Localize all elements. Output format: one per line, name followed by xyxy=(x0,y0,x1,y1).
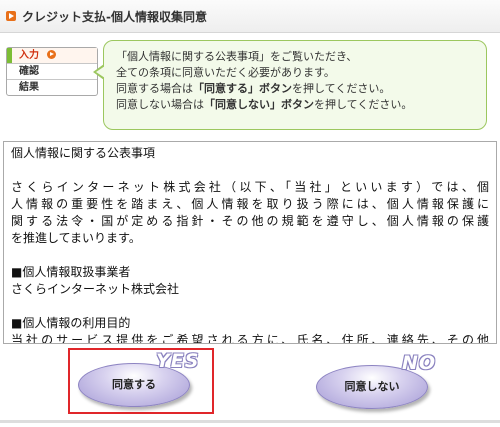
agree-button-highlight: 同意する YES xyxy=(68,348,214,414)
section-body-operator: さくらインターネット株式会社 xyxy=(11,282,180,296)
notice-disagree-emphasis: 「同意しない」ボタン xyxy=(204,98,314,111)
privacy-para-line: 関する法令・国が定める指針・その他の規範を遵守し、個人情報の保護 xyxy=(11,214,489,228)
footer-divider xyxy=(0,420,500,423)
privacy-title: 個人情報に関する公表事項 xyxy=(11,146,156,160)
notice-line-4: 同意しない場合は「同意しない」ボタンを押してください。 xyxy=(116,97,478,113)
section-heading-purpose: ■個人情報の利用目的 xyxy=(11,316,131,330)
notice-agree-emphasis: 「同意する」ボタン xyxy=(193,82,292,95)
notice-line-4-pre: 同意しない場合は xyxy=(116,98,204,111)
notice-line-3-pre: 同意する場合は xyxy=(116,82,193,95)
current-step-arrow-icon xyxy=(47,50,57,59)
page-title: クレジット支払-個人情報収集同意 xyxy=(22,10,207,24)
privacy-para-line: を推進してまいります。 xyxy=(11,231,141,245)
step-indicator: 入力 確認 結果 xyxy=(6,47,98,96)
step-confirm-label: 確認 xyxy=(19,66,39,77)
notice-bubble-tail-fill xyxy=(96,66,105,78)
privacy-policy-textbox[interactable]: 個人情報に関する公表事項 さくらインターネット株式会社（以下、「当社」といいます… xyxy=(3,141,497,344)
section-heading-operator: ■個人情報取扱事業者 xyxy=(11,265,131,279)
orange-arrow-icon xyxy=(6,11,16,21)
privacy-para-line: 人情報の重要性を踏まえ、個人情報を取り扱う際には、個人情報保護に xyxy=(11,197,489,211)
yes-badge: YES xyxy=(156,350,200,372)
notice-line-1: 「個人情報に関する公表事項」をご覧いただき、 xyxy=(116,50,358,63)
step-confirm: 確認 xyxy=(7,63,97,79)
notice-line-3: 同意する場合は「同意する」ボタンを押してください。 xyxy=(116,81,478,97)
notice-line-2: 全ての条項に同意いただく必要があります。 xyxy=(116,66,335,79)
step-input-label: 入力 xyxy=(19,50,39,61)
disagree-button-area: 同意しない NO xyxy=(310,350,460,414)
no-badge: NO xyxy=(402,352,437,374)
step-input: 入力 xyxy=(7,48,97,63)
notice-line-3-post: を押してください。 xyxy=(292,82,391,95)
consent-instructions: 「個人情報に関する公表事項」をご覧いただき、 全ての条項に同意いただく必要があり… xyxy=(103,40,487,130)
notice-line-4-post: を押してください。 xyxy=(314,98,413,111)
page-header: クレジット支払-個人情報収集同意 xyxy=(0,0,500,33)
step-result: 結果 xyxy=(7,79,97,95)
section-body-purpose: 当社のサービス提供をご希望される方に、氏名、住所、連絡先、その他 xyxy=(11,333,489,344)
current-step-marker xyxy=(7,48,12,63)
step-result-label: 結果 xyxy=(19,82,39,93)
privacy-para-line: さくらインターネット株式会社（以下、「当社」といいます）では、個 xyxy=(11,180,489,194)
